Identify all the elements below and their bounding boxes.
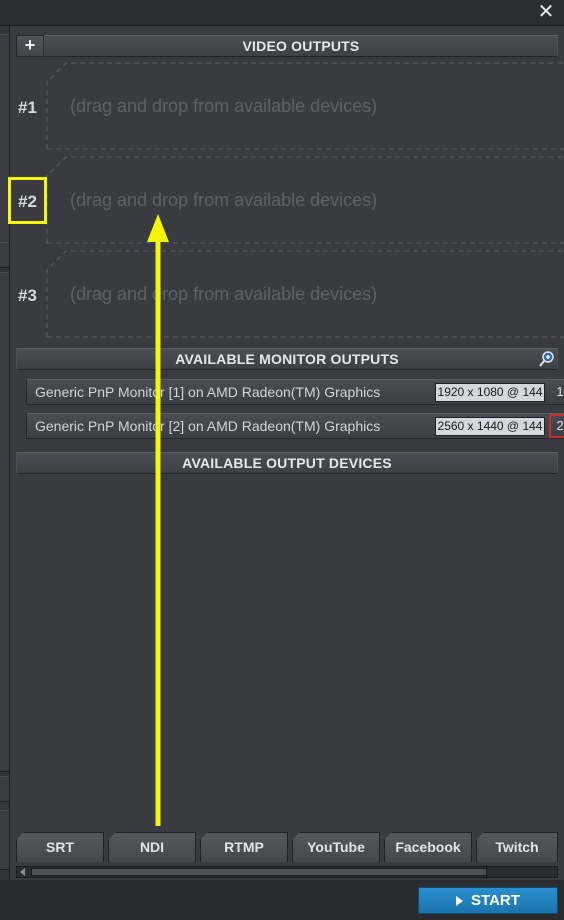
left-panel-segment [0, 810, 9, 870]
slot-placeholder: (drag and drop from available devices) [70, 96, 378, 116]
tab-ndi[interactable]: NDI [108, 832, 196, 862]
video-output-slot-2[interactable]: (drag and drop from available devices) [46, 156, 564, 244]
horizontal-scrollbar[interactable] [16, 866, 558, 878]
title-bar: ✕ [0, 0, 564, 26]
tab-youtube[interactable]: YouTube [292, 832, 380, 862]
monitor-index-selected: 2 [549, 414, 564, 438]
annotation-highlight-box [8, 177, 47, 224]
left-panel-segment [0, 242, 9, 268]
close-icon[interactable]: ✕ [536, 2, 556, 23]
search-plus-icon[interactable] [537, 349, 557, 369]
monitor-resolution: 2560 x 1440 @ 144 [435, 417, 545, 436]
video-output-slot-1[interactable]: (drag and drop from available devices) [46, 62, 564, 150]
monitor-row-1[interactable]: Generic PnP Monitor [1] on AMD Radeon(TM… [26, 379, 564, 405]
slot-placeholder: (drag and drop from available devices) [70, 190, 378, 210]
tab-facebook[interactable]: Facebook [384, 832, 472, 862]
scrollbar-thumb[interactable] [31, 868, 487, 876]
monitor-resolution: 1920 x 1080 @ 144 [435, 383, 545, 402]
monitor-outputs-header: AVAILABLE MONITOR OUTPUTS [16, 348, 558, 370]
start-label: START [471, 892, 520, 909]
left-panel-segment [0, 272, 9, 772]
protocol-tab-bar: SRT NDI RTMP YouTube Facebook Twitch [16, 832, 558, 862]
slot-label-1: #1 [18, 98, 37, 117]
video-outputs-header: VIDEO OUTPUTS [44, 35, 558, 57]
play-triangle-icon [456, 896, 464, 907]
add-output-button[interactable]: + [16, 35, 44, 57]
tab-twitch[interactable]: Twitch [476, 832, 558, 862]
left-panel-edge [0, 26, 10, 920]
tab-rtmp[interactable]: RTMP [200, 832, 288, 862]
monitor-name: Generic PnP Monitor [2] on AMD Radeon(TM… [35, 418, 381, 434]
video-output-slot-3[interactable]: (drag and drop from available devices) [46, 250, 564, 338]
output-settings-panel: + VIDEO OUTPUTS #1 (drag and drop from a… [10, 26, 564, 880]
left-panel-segment [0, 776, 9, 802]
slot-placeholder: (drag and drop from available devices) [70, 284, 378, 304]
monitor-index: 1 [556, 384, 564, 399]
scroll-left-icon[interactable] [19, 868, 27, 876]
monitor-row-2[interactable]: Generic PnP Monitor [2] on AMD Radeon(TM… [26, 413, 564, 439]
monitor-name: Generic PnP Monitor [1] on AMD Radeon(TM… [35, 384, 381, 400]
monitor-outputs-title: AVAILABLE MONITOR OUTPUTS [175, 351, 399, 367]
slot-label-3: #3 [18, 286, 37, 305]
output-devices-header: AVAILABLE OUTPUT DEVICES [16, 452, 558, 474]
tab-srt[interactable]: SRT [16, 832, 104, 862]
start-button[interactable]: START [418, 887, 558, 914]
